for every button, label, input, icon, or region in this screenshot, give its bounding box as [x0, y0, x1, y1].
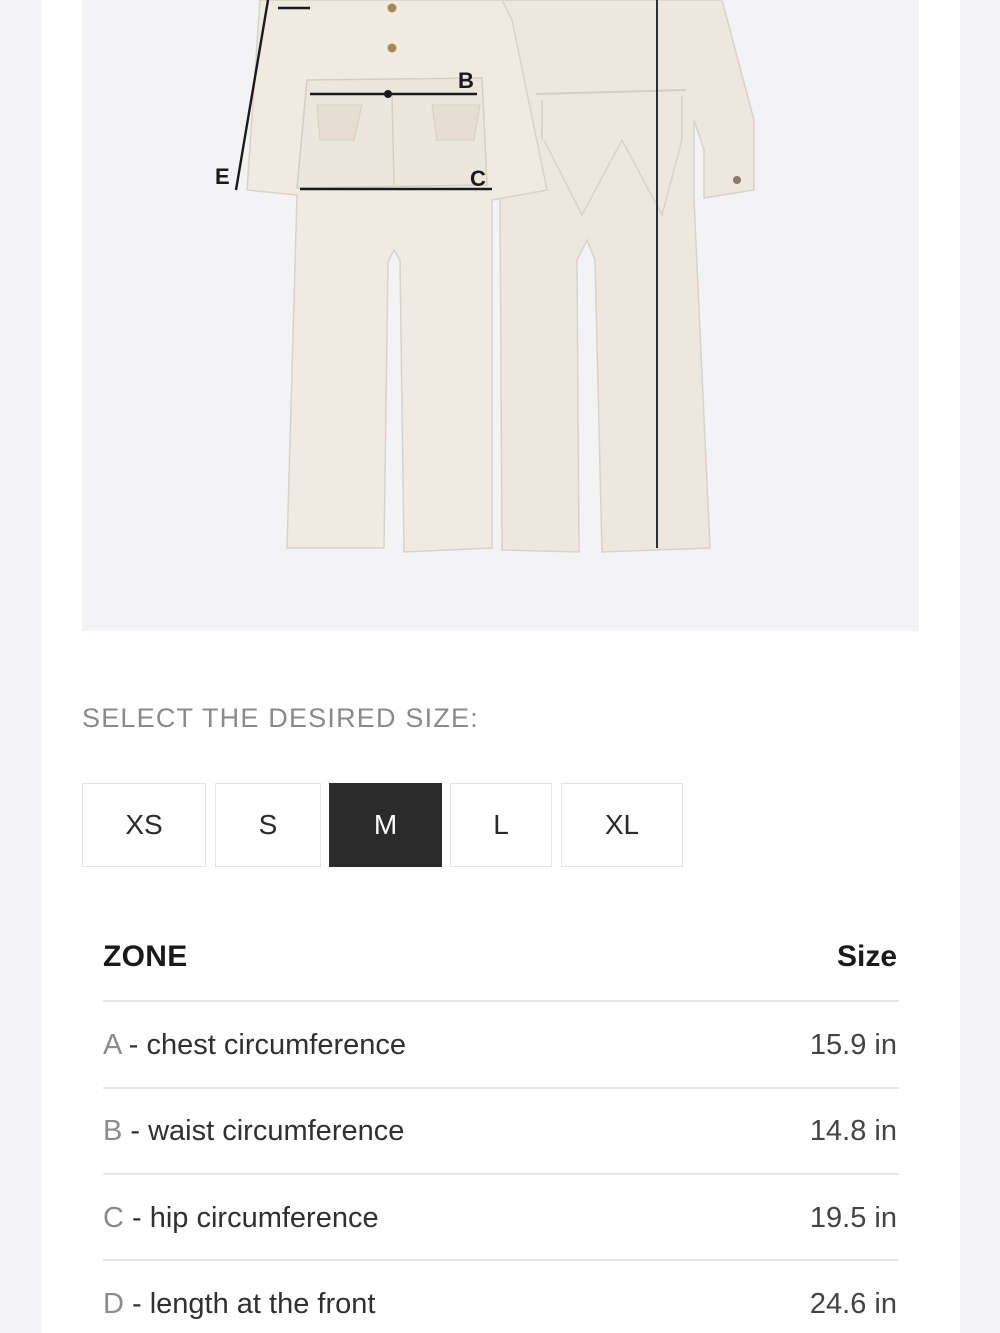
- front-button-icon-1: [387, 3, 397, 13]
- measure-label-c: C: [470, 166, 486, 191]
- size-option-l[interactable]: L: [450, 783, 552, 867]
- zone-description: - chest circumference: [120, 1029, 407, 1061]
- measure-label-e: E: [215, 164, 230, 189]
- measure-label-b: B: [458, 68, 474, 93]
- zone-letter: B: [103, 1115, 123, 1147]
- zone-description: - hip circumference: [123, 1202, 379, 1234]
- row-size-value: 15.9 in: [809, 1029, 897, 1061]
- product-size-guide-image: E B C: [82, 0, 919, 631]
- jumpsuit-illustration: E B C: [215, 0, 755, 553]
- jumpsuit-back: [486, 0, 755, 553]
- header-divider: [103, 1000, 899, 1002]
- size-column-header: Size: [836, 940, 897, 973]
- zone-description: - waist circumference: [122, 1115, 405, 1147]
- row-divider: [103, 1087, 899, 1089]
- row-divider: [103, 1259, 899, 1261]
- size-selector-prompt: SELECT THE DESIRED SIZE:: [82, 703, 479, 733]
- zone-letter: D: [103, 1288, 124, 1320]
- zone-description: - length at the front: [123, 1288, 376, 1320]
- sleeve-button-icon: [733, 176, 741, 184]
- size-option-xs[interactable]: XS: [82, 783, 206, 867]
- waist-marker-dot: [384, 90, 392, 98]
- zone-letter: C: [103, 1202, 124, 1234]
- row-zone-label: C - hip circumference: [103, 1202, 379, 1235]
- row-size-value: 19.5 in: [809, 1202, 897, 1234]
- row-size-value: 14.8 in: [809, 1115, 897, 1147]
- size-option-m[interactable]: M: [329, 783, 442, 867]
- row-zone-label: A - chest circumference: [103, 1029, 406, 1062]
- zone-letter: A: [103, 1029, 121, 1061]
- row-zone-label: B - waist circumference: [103, 1115, 404, 1148]
- row-size-value: 24.6 in: [809, 1288, 897, 1320]
- size-option-s[interactable]: S: [215, 783, 321, 867]
- front-button-icon-2: [387, 43, 397, 53]
- row-divider: [103, 1173, 899, 1175]
- row-zone-label: D - length at the front: [103, 1288, 375, 1321]
- size-option-xl[interactable]: XL: [561, 783, 683, 867]
- zone-column-header: ZONE: [103, 940, 188, 973]
